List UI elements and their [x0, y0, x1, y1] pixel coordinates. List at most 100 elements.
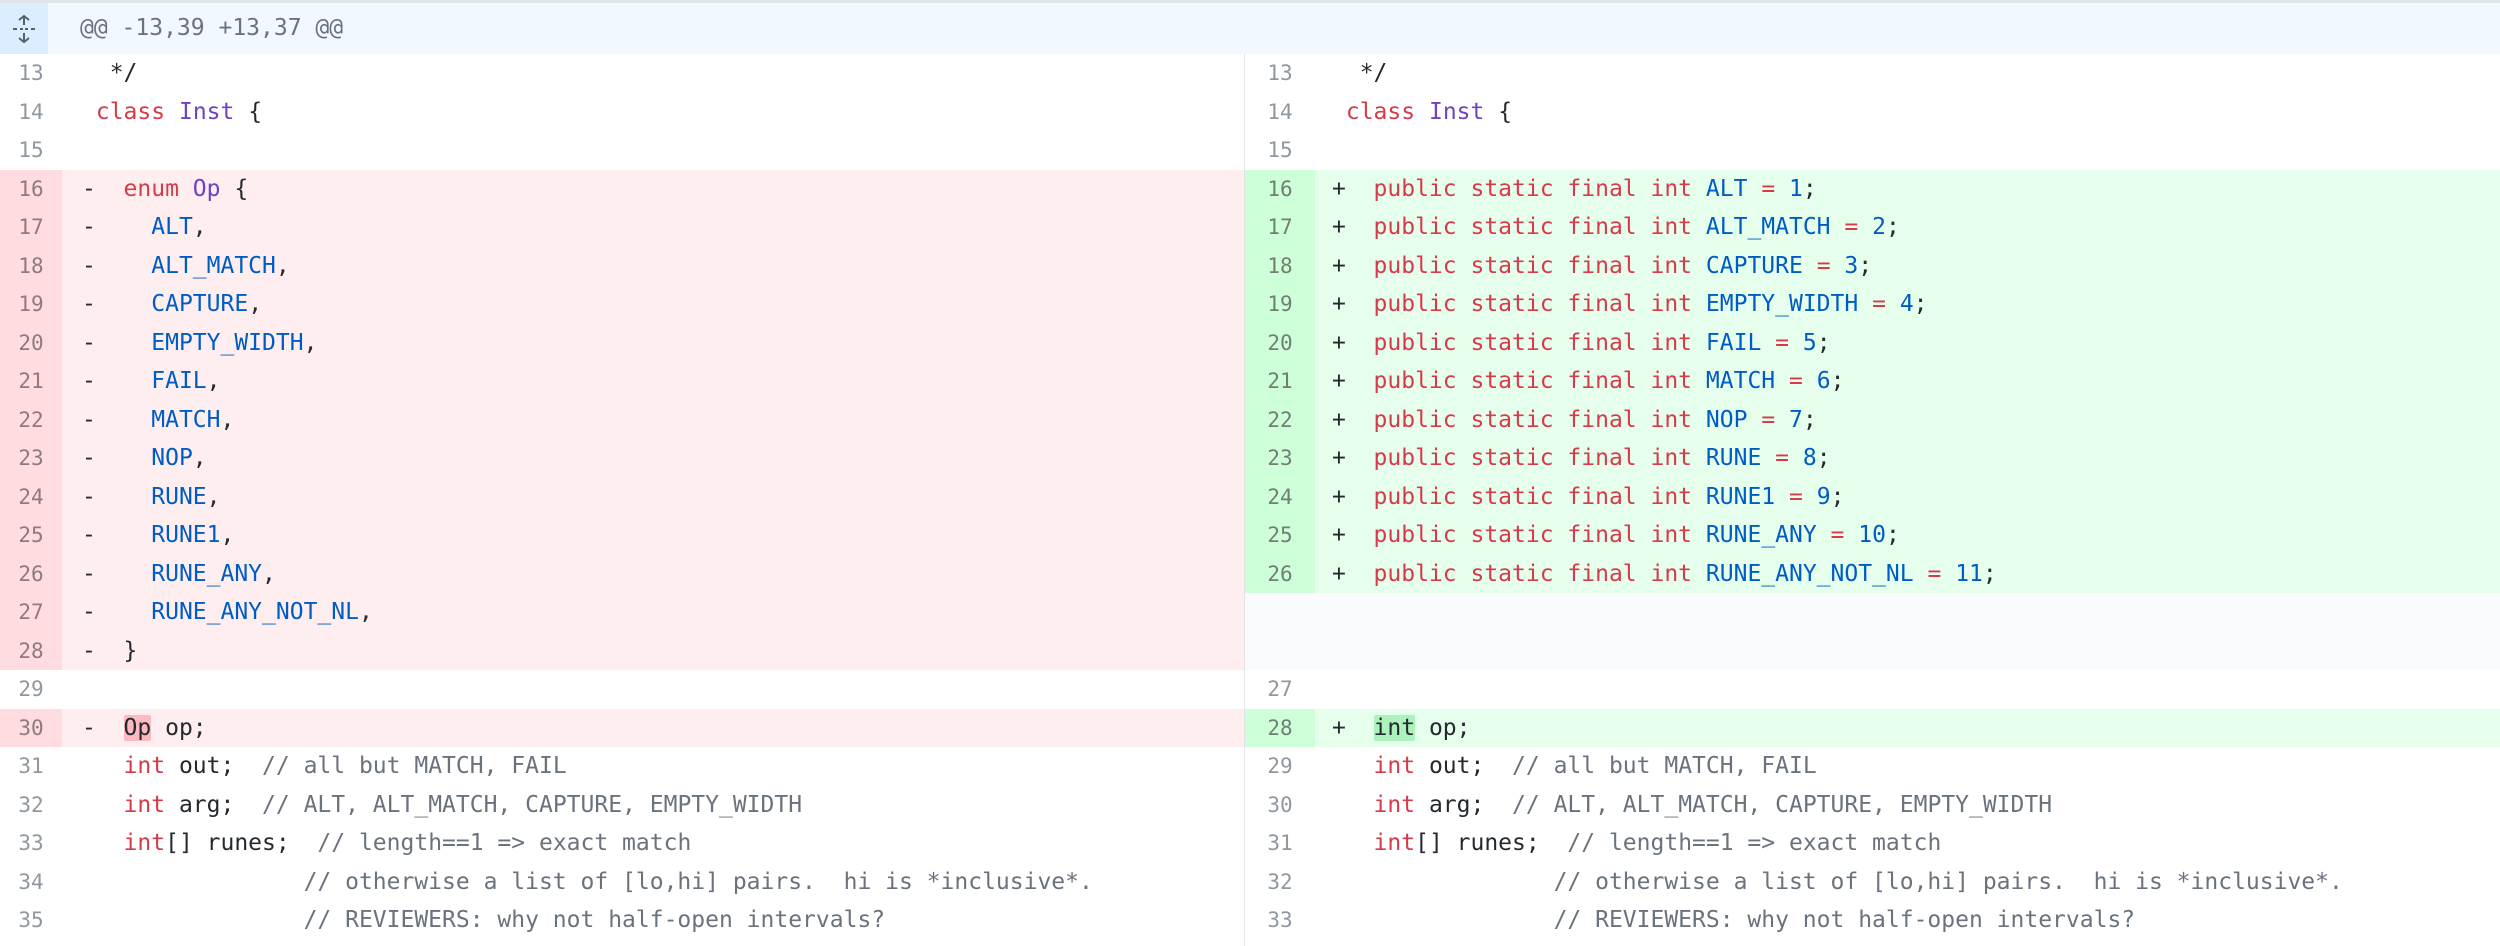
line-number[interactable]: 13 [0, 54, 62, 93]
line-number[interactable]: 23 [0, 439, 62, 478]
line-number[interactable]: 25 [0, 516, 62, 555]
line-number[interactable]: 31 [0, 747, 62, 786]
line-number[interactable]: 22 [1245, 400, 1315, 439]
code-token: { [1484, 98, 1513, 125]
line-number[interactable]: 13 [1245, 54, 1315, 93]
line-number[interactable]: 17 [1245, 208, 1315, 247]
line-number[interactable]: 29 [1245, 747, 1315, 786]
line-number[interactable]: 14 [0, 93, 62, 132]
code-token: // otherwise a list of [lo,hi] pairs. hi… [1553, 868, 2343, 895]
line-number[interactable]: 25 [1245, 516, 1315, 555]
code-token: 3 [1844, 252, 1859, 279]
code-token: = [1775, 445, 1790, 471]
line-number[interactable]: 31 [1245, 824, 1315, 863]
code-token: int [1373, 714, 1416, 741]
code-token: - [82, 368, 152, 394]
code-token: class [1345, 98, 1416, 125]
line-number[interactable]: 21 [0, 362, 62, 401]
line-number[interactable]: 28 [0, 631, 62, 670]
line-number[interactable]: 27 [1245, 670, 1315, 709]
line-number[interactable]: 14 [1245, 93, 1315, 132]
code-token: - [82, 522, 152, 548]
right-line-26: 26 + public static final int RUNE_ANY_NOT… [1245, 554, 2500, 593]
code-token: + [1332, 291, 1374, 317]
line-number[interactable]: 24 [1245, 477, 1315, 516]
code-token: FAIL [1705, 329, 1762, 356]
code-token: , [358, 599, 373, 625]
line-number[interactable]: 18 [1245, 246, 1315, 285]
left-line-35: 35 // REVIEWERS: why not half-open inter… [0, 901, 1244, 940]
code-token: public static final int [1373, 175, 1693, 202]
line-number[interactable]: 23 [1245, 439, 1315, 478]
line-number[interactable]: 19 [1245, 285, 1315, 324]
line-number[interactable]: 17 [0, 208, 62, 247]
line-number[interactable]: 33 [0, 824, 62, 863]
code-token: 5 [1802, 329, 1817, 356]
code-token: Op [123, 714, 152, 741]
line-code: - RUNE, [82, 478, 221, 517]
code-token: , [275, 252, 290, 279]
code-token: - [82, 329, 152, 356]
code-token: ; [1816, 329, 1831, 356]
code-token: RUNE_ANY_NOT_NL [1705, 560, 1914, 587]
code-token: // length==1 => exact match [317, 830, 692, 856]
code-token: , [220, 406, 235, 433]
code-token: 4 [1899, 291, 1914, 317]
line-number[interactable]: 21 [1245, 362, 1315, 401]
line-number[interactable]: 28 [1245, 708, 1315, 747]
line-number[interactable]: 30 [0, 708, 62, 747]
line-number[interactable]: 16 [1245, 169, 1315, 208]
code-token: NOP [151, 445, 193, 471]
code-token: , [206, 483, 221, 510]
line-number[interactable]: 35 [0, 901, 62, 940]
right-line-28: 28 + int op; [1245, 708, 2500, 748]
line-code: int out; // all but MATCH, FAIL [82, 747, 567, 786]
line-number[interactable]: 22 [0, 400, 62, 439]
code-token: // REVIEWERS: why not half-open interval… [1553, 907, 2136, 933]
code-token: ; [1885, 214, 1900, 240]
line-number[interactable]: 30 [1245, 786, 1315, 825]
code-token: + [1332, 252, 1374, 279]
line-number[interactable]: 29 [0, 670, 62, 709]
line-number[interactable]: 15 [0, 131, 62, 170]
code-token: op; [1415, 714, 1471, 741]
line-number[interactable]: 34 [0, 863, 62, 902]
line-code: + int op; [1332, 709, 1470, 748]
code-token: - [82, 214, 152, 240]
line-number[interactable]: 16 [0, 169, 62, 208]
line-number[interactable]: 20 [1245, 323, 1315, 362]
code-token: = [1844, 214, 1859, 240]
line-number[interactable]: 26 [0, 554, 62, 593]
code-token: Inst [178, 98, 235, 125]
line-number[interactable]: 32 [1245, 863, 1315, 902]
code-token: Inst [1428, 98, 1485, 125]
line-code: // REVIEWERS: why not half-open interval… [1332, 901, 2136, 940]
line-number[interactable]: 33 [1245, 901, 1315, 940]
line-code: int[] runes; // length==1 => exact match [82, 824, 692, 863]
left-line-25: 25- RUNE1, [0, 516, 1244, 555]
line-number[interactable]: 24 [0, 477, 62, 516]
line-number[interactable]: 18 [0, 246, 62, 285]
left-line-19: 19- CAPTURE, [0, 285, 1244, 324]
line-code: */ [82, 54, 138, 93]
expand-hunk-button[interactable] [0, 3, 48, 54]
right-line-29: 29 int out; // all but MATCH, FAIL [1245, 747, 2500, 786]
line-number[interactable]: 20 [0, 323, 62, 362]
line-number[interactable]: 32 [0, 786, 62, 825]
code-token: int [1373, 830, 1416, 856]
right-line-17: 17 + public static final int ALT_MATCH = … [1245, 208, 2500, 247]
line-number[interactable]: 27 [0, 593, 62, 632]
line-number[interactable]: 15 [1245, 131, 1315, 170]
line-number[interactable]: 26 [1245, 554, 1315, 593]
code-token: ; [1885, 522, 1900, 548]
line-number[interactable]: 19 [0, 285, 62, 324]
